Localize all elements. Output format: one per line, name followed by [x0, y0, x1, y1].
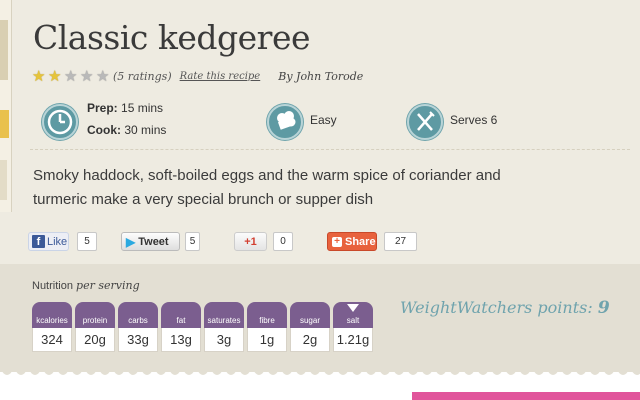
nutrition-item: salt 1.21g [333, 302, 373, 352]
nutrition-label: kcalories [32, 302, 72, 328]
share-label: Share [345, 235, 376, 248]
star-icon[interactable]: ★ [32, 69, 48, 84]
nutrition-item: sugar 2g [290, 302, 330, 352]
tweet-button[interactable]: ▶ Tweet [121, 232, 180, 251]
ratings-count: (5 ratings) [113, 69, 172, 83]
nutrition-value: 324 [32, 328, 72, 352]
tweet-label: Tweet [138, 235, 169, 248]
prep-time: Prep: 15 mins [87, 101, 163, 115]
clock-icon [42, 104, 78, 140]
cook-value: 30 mins [124, 123, 167, 137]
nutrition-item: protein 20g [75, 302, 115, 352]
nutrition-item: saturates 3g [204, 302, 244, 352]
nutrition-value: 3g [204, 328, 244, 352]
nutrition-section: Nutrition per serving kcalories 324 prot… [0, 264, 640, 372]
rate-recipe-link[interactable]: Rate this recipe [180, 71, 261, 82]
nutrition-label: fibre [247, 302, 287, 328]
weightwatchers-points: WeightWatchers points: 9 [400, 298, 610, 318]
nutrition-table: kcalories 324 protein 20g carbs 33g fat … [32, 302, 376, 352]
nutrition-label: fat [161, 302, 201, 328]
nutrition-value: 33g [118, 328, 158, 352]
nutrition-item: kcalories 324 [32, 302, 72, 352]
nutrition-item: fat 13g [161, 302, 201, 352]
pink-accent-bar [412, 392, 640, 400]
facebook-icon: f [32, 235, 45, 248]
scalloped-edge [0, 368, 640, 375]
facebook-like-button[interactable]: f Like [28, 232, 69, 251]
star-icon[interactable]: ★ [64, 69, 80, 84]
recipe-photo-edge [0, 0, 12, 212]
nutrition-label: sugar [290, 302, 330, 328]
cook-label: Cook: [87, 123, 121, 137]
knife-fork-icon [407, 104, 443, 140]
star-icon[interactable]: ★ [48, 69, 64, 84]
star-icon[interactable]: ★ [80, 69, 96, 84]
twitter-bird-icon: ▶ [126, 234, 136, 249]
recipe-description: Smoky haddock, soft-boiled eggs and the … [33, 167, 501, 208]
nutrition-label: saturates [204, 302, 244, 328]
recipe-author: By John Torode [278, 69, 364, 83]
nutrition-item: carbs 33g [118, 302, 158, 352]
difficulty: Easy [310, 113, 337, 127]
facebook-like-label: Like [47, 235, 68, 248]
prep-label: Prep: [87, 101, 118, 115]
star-icon[interactable]: ★ [96, 69, 112, 84]
nutrition-value: 20g [75, 328, 115, 352]
rating-row: ★ ★ ★ ★ ★ (5 ratings) Rate this recipe B… [32, 68, 363, 84]
prep-value: 15 mins [121, 101, 164, 115]
nutrition-value: 1.21g [333, 328, 373, 352]
tweet-count: 5 [185, 232, 200, 251]
nutrition-label: protein [75, 302, 115, 328]
nutrition-value: 13g [161, 328, 201, 352]
nutrition-label-salt[interactable]: salt [333, 302, 373, 328]
share-count: 27 [384, 232, 417, 251]
cook-time: Cook: 30 mins [87, 123, 166, 137]
plus-icon: + [332, 236, 342, 247]
arrow-down-icon [347, 304, 359, 312]
nutrition-value: 2g [290, 328, 330, 352]
nutrition-item: fibre 1g [247, 302, 287, 352]
google-plus-button[interactable]: +1 [234, 232, 267, 251]
nutrition-heading: Nutrition per serving [32, 279, 140, 292]
google-plus-label: +1 [244, 235, 257, 248]
share-button[interactable]: + Share [327, 232, 377, 251]
nutrition-value: 1g [247, 328, 287, 352]
nutrition-label: carbs [118, 302, 158, 328]
recipe-panel: Classic kedgeree ★ ★ ★ ★ ★ (5 ratings) R… [0, 0, 640, 372]
chef-hat-icon [267, 104, 303, 140]
recipe-info-row: Prep: 15 mins Cook: 30 mins Easy Serves … [30, 98, 630, 150]
google-plus-count: 0 [273, 232, 293, 251]
serves: Serves 6 [450, 113, 498, 127]
recipe-title: Classic kedgeree [33, 18, 311, 57]
weightwatchers-value: 9 [597, 298, 610, 318]
star-rating[interactable]: ★ ★ ★ ★ ★ [32, 69, 112, 84]
facebook-count: 5 [77, 232, 97, 251]
